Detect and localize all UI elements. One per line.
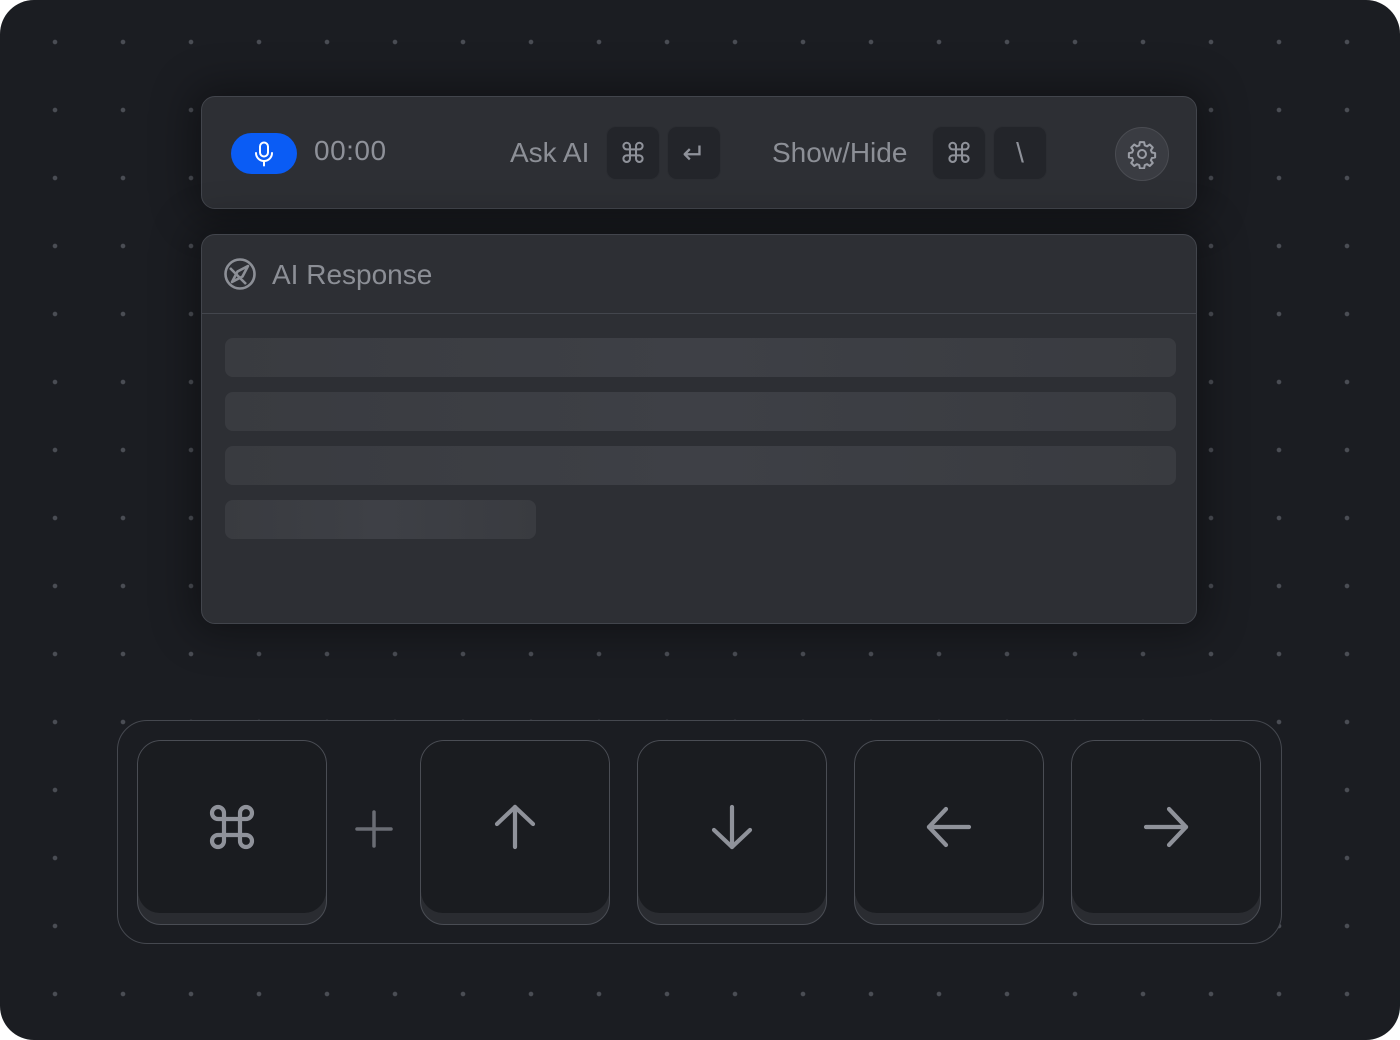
arrow-up-key xyxy=(420,740,610,925)
loading-placeholder-line xyxy=(225,446,1176,485)
show-hide-backslash-key: \ xyxy=(993,126,1047,180)
plus-icon xyxy=(355,810,393,848)
ask-ai-label: Ask AI xyxy=(510,137,590,168)
gear-icon xyxy=(1127,141,1157,169)
arrow-left-key xyxy=(854,740,1044,925)
panel-title: AI Response xyxy=(272,259,433,290)
microphone-icon xyxy=(255,141,273,166)
shortcut-keys-tray xyxy=(117,720,1282,944)
arrow-right-icon xyxy=(1143,806,1189,848)
compass-icon xyxy=(224,258,256,290)
arrow-up-icon xyxy=(494,804,536,850)
settings-button[interactable] xyxy=(1115,127,1169,181)
loading-placeholder-line xyxy=(225,392,1176,431)
arrow-left-icon xyxy=(926,806,972,848)
arrow-down-key xyxy=(637,740,827,925)
ask-ai-cmd-key: ⌘ xyxy=(606,126,660,180)
record-button[interactable] xyxy=(231,133,297,174)
panel-header: AI Response xyxy=(202,235,1196,314)
control-toolbar: 00:00 Ask AI ⌘ ↵ Show/Hide ⌘ \ xyxy=(201,96,1197,209)
show-hide-cmd-key: ⌘ xyxy=(932,126,986,180)
arrow-down-icon xyxy=(711,804,753,850)
loading-placeholder-line xyxy=(225,500,536,539)
loading-placeholder-line xyxy=(225,338,1176,377)
command-key xyxy=(137,740,327,925)
recording-timer: 00:00 xyxy=(314,135,387,166)
app-background: 00:00 Ask AI ⌘ ↵ Show/Hide ⌘ \ AI Respon… xyxy=(0,0,1400,1040)
command-icon xyxy=(209,804,255,850)
ask-ai-enter-key: ↵ xyxy=(667,126,721,180)
ai-response-panel: AI Response xyxy=(201,234,1197,624)
show-hide-label: Show/Hide xyxy=(772,137,908,168)
arrow-right-key xyxy=(1071,740,1261,925)
